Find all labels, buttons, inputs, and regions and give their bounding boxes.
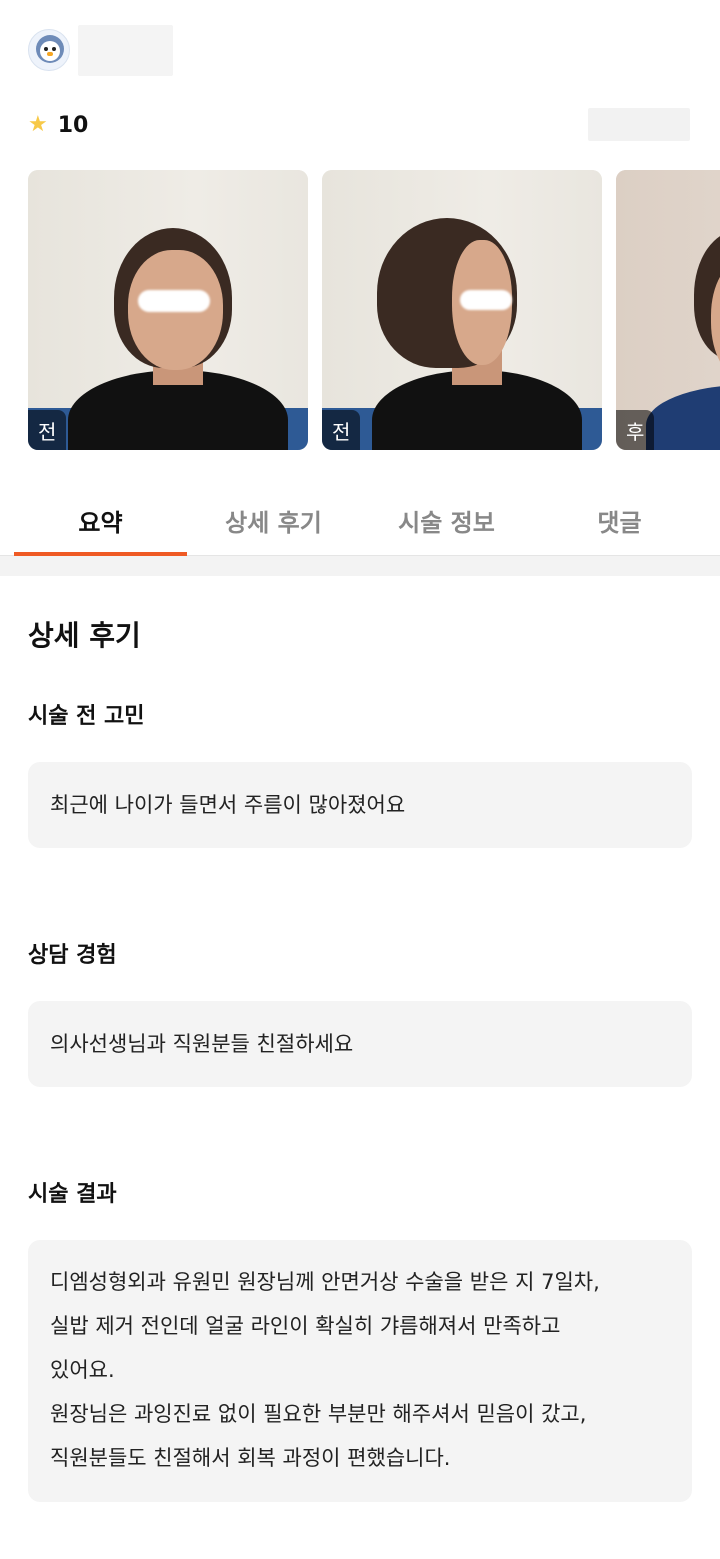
consultation-text-box: 의사선생님과 직원분들 친절하세요 [28,1001,692,1087]
result-text-box: 디엠성형외과 유원민 원장님께 안면거상 수술을 받은 지 7일차, 실밥 제거… [28,1240,692,1502]
photo-carousel[interactable]: 전 전 후 [28,170,720,450]
photo-badge: 전 [322,410,361,450]
star-icon: ★ [28,112,48,137]
result-heading: 시술 결과 [28,1182,117,1207]
consultation-text: 의사선생님과 직원분들 친절하세요 [50,1032,354,1056]
section-title: 상세 후기 [28,619,141,652]
result-text: 디엠성형외과 유원민 원장님께 안면거상 수술을 받은 지 7일차, 실밥 제거… [50,1270,600,1470]
photo-badge: 후 [616,410,655,450]
tab-detail-review[interactable]: 상세 후기 [187,486,360,555]
review-photo[interactable]: 후 [616,170,720,450]
rating-value: 10 [57,112,89,138]
tab-procedure-info[interactable]: 시술 정보 [360,486,533,555]
tab-comments[interactable]: 댓글 [533,486,706,555]
concern-text-box: 최근에 나이가 들면서 주름이 많아졌어요 [28,762,692,848]
review-photo[interactable]: 전 [28,170,308,450]
username-blurred [78,24,173,76]
consultation-heading: 상담 경험 [28,943,117,968]
tab-bar: 요약 상세 후기 시술 정보 댓글 [0,486,720,556]
photo-badge: 전 [28,410,67,450]
concern-heading: 시술 전 고민 [28,704,145,729]
review-header [28,24,173,76]
concern-text: 최근에 나이가 들면서 주름이 많아졌어요 [50,793,406,817]
tab-summary[interactable]: 요약 [14,486,187,556]
penguin-avatar-icon[interactable] [28,29,70,71]
rating: ★ 10 [28,108,88,142]
section-divider [0,556,720,576]
date-blurred [588,108,690,141]
review-photo[interactable]: 전 [322,170,602,450]
